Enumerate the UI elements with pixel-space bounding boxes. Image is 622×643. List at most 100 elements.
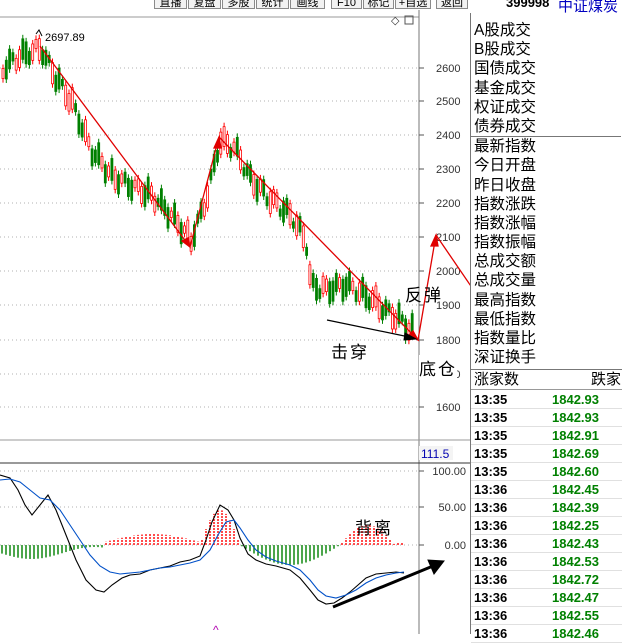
toolbar-button-7[interactable]: +自选 bbox=[395, 0, 431, 9]
candle bbox=[117, 170, 120, 198]
price-tick-label: 2200 bbox=[436, 198, 460, 210]
list-item[interactable]: 13:36 1842.72 bbox=[471, 571, 622, 589]
tick-list[interactable]: 13:35 1842.93 13:35 1842.93 13:35 1842.91 13:3… bbox=[471, 391, 622, 643]
macd-tick-label: 0.00 bbox=[445, 540, 466, 552]
dif-line bbox=[0, 474, 405, 605]
list-item[interactable]: 13:36 1842.39 bbox=[471, 499, 622, 517]
list-item[interactable]: 13:35 1842.60 bbox=[471, 463, 622, 481]
menu-item[interactable]: 总成交量 bbox=[471, 271, 621, 290]
trade-menu-group: A股成交 B股成交 国债成交 基金成交 权证成交 债券成交 bbox=[471, 21, 621, 136]
candle bbox=[123, 168, 127, 188]
annotation-rebound: 反弹 bbox=[405, 286, 443, 305]
tick-value: 1842.53 bbox=[552, 554, 599, 569]
header-down-count[interactable]: 跌家 bbox=[591, 370, 621, 390]
tick-time: 13:36 bbox=[474, 482, 508, 497]
candle bbox=[344, 273, 348, 301]
candle bbox=[367, 293, 371, 314]
settings-diamond-icon[interactable]: ◇ bbox=[391, 15, 400, 27]
candle bbox=[242, 163, 246, 180]
candle bbox=[84, 115, 87, 146]
menu-item[interactable]: A股成交 bbox=[471, 21, 621, 40]
menu-item[interactable]: 权证成交 bbox=[471, 98, 621, 117]
list-item[interactable]: 13:35 1842.91 bbox=[471, 427, 622, 445]
annotation-breakthrough: 击穿 bbox=[331, 343, 369, 362]
candle bbox=[24, 37, 28, 68]
menu-item[interactable]: 基金成交 bbox=[471, 79, 621, 98]
candle bbox=[341, 275, 345, 306]
candle bbox=[97, 138, 101, 169]
menu-item[interactable]: 指数涨跌 bbox=[471, 195, 621, 214]
candle bbox=[14, 54, 18, 75]
list-item[interactable]: 13:36 1842.55 bbox=[471, 607, 622, 625]
kline-chart[interactable]: ◇ 26002500240023002200210020001900180017… bbox=[0, 10, 470, 634]
candle bbox=[11, 48, 15, 66]
menu-item[interactable]: 指数涨幅 bbox=[471, 214, 621, 233]
list-item[interactable]: 13:36 1842.46 bbox=[471, 625, 622, 643]
candle bbox=[305, 243, 309, 260]
header-up-count[interactable]: 涨家数 bbox=[474, 370, 519, 390]
candle bbox=[110, 154, 114, 185]
list-item[interactable]: 13:36 1842.53 bbox=[471, 553, 622, 571]
menu-item[interactable]: 总成交额 bbox=[471, 252, 621, 271]
tick-time: 13:36 bbox=[474, 626, 508, 641]
candle bbox=[54, 71, 58, 96]
menu-item[interactable]: 昨日收盘 bbox=[471, 176, 621, 195]
toolbar-button-8[interactable]: 返回 bbox=[436, 0, 468, 9]
menu-item[interactable]: 国债成交 bbox=[471, 59, 621, 78]
candle bbox=[311, 269, 315, 292]
candle bbox=[265, 192, 269, 210]
list-item[interactable]: 13:36 1842.25 bbox=[471, 517, 622, 535]
toolbar-button-4[interactable]: 画线 bbox=[290, 0, 325, 9]
candle bbox=[222, 122, 226, 151]
toolbar-button-0[interactable]: 直播 bbox=[154, 0, 187, 9]
candle bbox=[127, 174, 130, 201]
candle bbox=[397, 299, 401, 328]
candle bbox=[255, 175, 259, 206]
candle bbox=[351, 277, 355, 295]
candle bbox=[252, 170, 256, 200]
toolbar-button-3[interactable]: 统计 bbox=[256, 0, 289, 9]
candle bbox=[268, 187, 272, 218]
menu-item[interactable]: 今日开盘 bbox=[471, 156, 621, 175]
menu-item[interactable]: 深证换手 bbox=[471, 348, 621, 367]
toolbar: 直播 复盘 多股 统计 画线 F10 标记 +自选 返回 bbox=[0, 0, 470, 10]
tick-time: 13:35 bbox=[474, 464, 508, 479]
candle bbox=[328, 277, 332, 308]
menu-item[interactable]: 指数振幅 bbox=[471, 233, 621, 252]
toolbar-button-5[interactable]: F10 bbox=[331, 0, 362, 9]
macd-tick-label: 100.00 bbox=[432, 466, 466, 478]
candle bbox=[179, 218, 183, 248]
tick-value: 1842.93 bbox=[552, 392, 599, 407]
tick-value: 1842.93 bbox=[552, 410, 599, 425]
tick-value: 1842.43 bbox=[552, 536, 599, 551]
candle bbox=[318, 284, 322, 303]
candle bbox=[133, 176, 137, 192]
list-item[interactable]: 13:36 1842.43 bbox=[471, 535, 622, 553]
list-item[interactable]: 13:35 1842.93 bbox=[471, 391, 622, 409]
candle bbox=[371, 286, 375, 312]
toolbar-button-1[interactable]: 复盘 bbox=[188, 0, 221, 9]
candle bbox=[163, 195, 167, 220]
indicator-menu: A股成交 B股成交 国债成交 基金成交 权证成交 债券成交 最新指数 今日开盘 昨日收盘 指数涨… bbox=[471, 21, 621, 367]
toolbar-button-2[interactable]: 多股 bbox=[222, 0, 255, 9]
list-item[interactable]: 13:35 1842.69 bbox=[471, 445, 622, 463]
candle bbox=[21, 34, 25, 64]
menu-item[interactable]: 债券成交 bbox=[471, 117, 621, 136]
menu-item[interactable]: B股成交 bbox=[471, 40, 621, 59]
candle bbox=[57, 64, 61, 94]
tick-time: 13:36 bbox=[474, 608, 508, 623]
price-tick-label: 2600 bbox=[436, 63, 460, 75]
candle bbox=[357, 279, 361, 306]
tick-value: 1842.39 bbox=[552, 500, 599, 515]
menu-item[interactable]: 指数量比 bbox=[471, 329, 621, 348]
list-item[interactable]: 13:35 1842.93 bbox=[471, 409, 622, 427]
menu-item[interactable]: 最低指数 bbox=[471, 310, 621, 329]
list-item[interactable]: 13:36 1842.45 bbox=[471, 481, 622, 499]
toolbar-button-6[interactable]: 标记 bbox=[363, 0, 394, 9]
annotation-bottom: 底仓 bbox=[419, 355, 457, 380]
candle bbox=[249, 160, 252, 187]
candle bbox=[390, 303, 394, 333]
menu-item[interactable]: 最高指数 bbox=[471, 291, 621, 310]
menu-item[interactable]: 最新指数 bbox=[471, 137, 621, 156]
list-item[interactable]: 13:36 1842.47 bbox=[471, 589, 622, 607]
